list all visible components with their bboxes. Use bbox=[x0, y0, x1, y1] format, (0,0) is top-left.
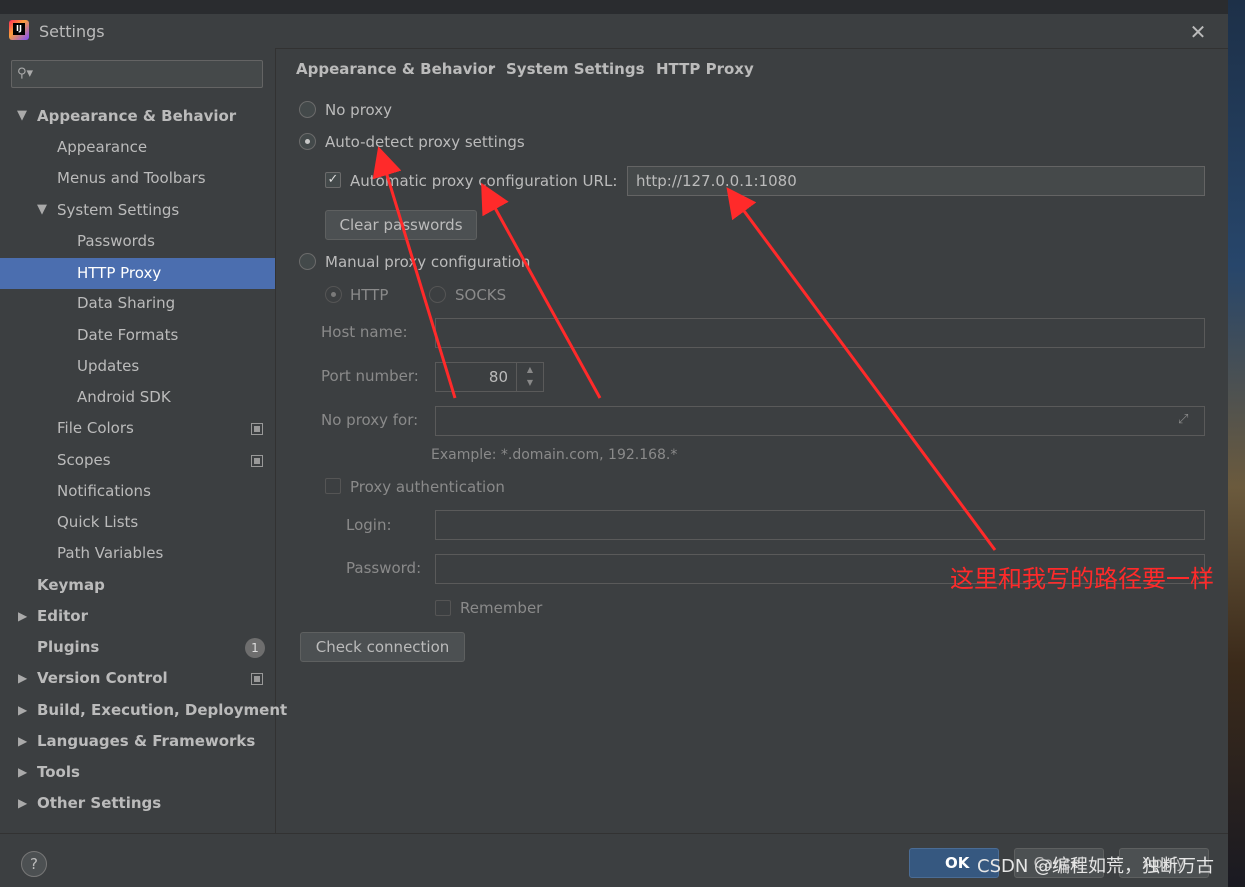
proxy-auth-label: Proxy authentication bbox=[350, 478, 505, 496]
manual-proxy-radio[interactable] bbox=[299, 253, 316, 270]
auto-detect-label: Auto-detect proxy settings bbox=[325, 133, 525, 151]
example-hint: Example: *.domain.com, 192.168.* bbox=[431, 447, 678, 463]
chevron-down-icon[interactable]: ▼ bbox=[37, 202, 47, 217]
sidebar-item-keymap[interactable]: Keymap bbox=[37, 570, 105, 601]
login-label: Login: bbox=[346, 516, 392, 534]
sidebar-item-data-sharing[interactable]: Data Sharing bbox=[77, 288, 175, 319]
sidebar-item-languages[interactable]: Languages & Frameworks bbox=[37, 726, 255, 757]
password-label: Password: bbox=[346, 559, 422, 577]
background-desktop bbox=[1228, 0, 1245, 886]
search-input[interactable] bbox=[11, 60, 263, 88]
chevron-down-icon[interactable]: ▼ bbox=[17, 108, 27, 123]
port-number-field[interactable]: 80 bbox=[435, 362, 517, 392]
auto-config-url-field[interactable]: http://127.0.0.1:1080 bbox=[627, 166, 1205, 196]
sidebar-item-tools[interactable]: Tools bbox=[37, 757, 80, 788]
sidebar-item-label: HTTP Proxy bbox=[77, 264, 162, 282]
sidebar-item-android-sdk[interactable]: Android SDK bbox=[77, 382, 171, 413]
annotation-note: 这里和我写的路径要一样 bbox=[950, 565, 1214, 593]
sidebar-item-date-formats[interactable]: Date Formats bbox=[77, 320, 178, 351]
background-top bbox=[0, 0, 1245, 14]
close-icon[interactable]: ✕ bbox=[1186, 20, 1210, 44]
no-proxy-for-label: No proxy for: bbox=[321, 411, 419, 429]
search-icon: ⚲▾ bbox=[17, 66, 34, 81]
no-proxy-label: No proxy bbox=[325, 101, 392, 119]
sidebar-item-appearance[interactable]: Appearance bbox=[57, 132, 147, 163]
plugins-update-badge: 1 bbox=[245, 638, 265, 658]
auto-detect-radio[interactable] bbox=[299, 133, 316, 150]
chevron-right-icon[interactable]: ▶ bbox=[18, 796, 27, 810]
port-spinner-arrows-icon[interactable]: ▲ ▼ bbox=[516, 362, 544, 392]
breadcrumb-separator: › bbox=[489, 60, 495, 76]
sidebar-item-scopes[interactable]: Scopes bbox=[57, 445, 111, 476]
clear-passwords-button[interactable]: Clear passwords bbox=[325, 210, 477, 240]
sidebar-item-menus-toolbars[interactable]: Menus and Toolbars bbox=[57, 163, 206, 194]
host-name-label: Host name: bbox=[321, 323, 408, 341]
no-proxy-radio[interactable] bbox=[299, 101, 316, 118]
chevron-right-icon[interactable]: ▶ bbox=[18, 765, 27, 779]
check-connection-button[interactable]: Check connection bbox=[300, 632, 465, 662]
sidebar-item-http-proxy[interactable]: HTTP Proxy bbox=[0, 258, 275, 289]
sidebar-item-passwords[interactable]: Passwords bbox=[77, 226, 155, 257]
remember-checkbox[interactable] bbox=[435, 600, 451, 616]
chevron-right-icon[interactable]: ▶ bbox=[18, 734, 27, 748]
breadcrumb-item: Appearance & Behavior bbox=[296, 60, 496, 78]
http-radio[interactable] bbox=[325, 286, 342, 303]
chevron-right-icon[interactable]: ▶ bbox=[18, 609, 27, 623]
ok-button-label: OK bbox=[945, 854, 970, 872]
sidebar-item-quick-lists[interactable]: Quick Lists bbox=[57, 507, 138, 538]
socks-label: SOCKS bbox=[455, 286, 507, 304]
chevron-right-icon[interactable]: ▶ bbox=[18, 703, 27, 717]
title-bar bbox=[0, 14, 1228, 49]
breadcrumb-separator: › bbox=[639, 60, 645, 76]
csdn-watermark: CSDN @编程如荒，独断万古 bbox=[977, 856, 1215, 877]
auto-config-url-label: Automatic proxy configuration URL: bbox=[350, 172, 618, 190]
no-proxy-for-field[interactable] bbox=[435, 406, 1205, 436]
sidebar-item-file-colors[interactable]: File Colors bbox=[57, 413, 134, 444]
project-scope-icon bbox=[251, 673, 263, 685]
proxy-auth-checkbox[interactable] bbox=[325, 478, 341, 494]
socks-radio[interactable] bbox=[429, 286, 446, 303]
sidebar-item-build[interactable]: Build, Execution, Deployment bbox=[37, 695, 287, 726]
window-title: Settings bbox=[39, 22, 105, 41]
remember-label: Remember bbox=[460, 599, 543, 617]
help-button[interactable]: ? bbox=[21, 851, 47, 877]
host-name-field[interactable] bbox=[435, 318, 1205, 348]
page-title: HTTP Proxy bbox=[656, 60, 754, 78]
manual-proxy-label: Manual proxy configuration bbox=[325, 253, 531, 271]
port-number-label: Port number: bbox=[321, 367, 419, 385]
login-field[interactable] bbox=[435, 510, 1205, 540]
auto-config-url-checkbox[interactable]: ✓ bbox=[325, 172, 341, 188]
sidebar-item-path-variables[interactable]: Path Variables bbox=[57, 538, 163, 569]
breadcrumb-item: System Settings bbox=[506, 60, 645, 78]
intellij-app-icon bbox=[9, 20, 29, 40]
sidebar-item-plugins[interactable]: Plugins bbox=[37, 632, 99, 663]
sidebar-item-editor[interactable]: Editor bbox=[37, 601, 88, 632]
expand-icon[interactable]: ⤢ bbox=[1178, 412, 1188, 427]
sidebar-item-other-settings[interactable]: Other Settings bbox=[37, 788, 161, 819]
project-scope-icon bbox=[251, 455, 263, 467]
sidebar-item-notifications[interactable]: Notifications bbox=[57, 476, 151, 507]
sidebar-item-system-settings[interactable]: System Settings bbox=[57, 195, 179, 226]
sidebar-item-updates[interactable]: Updates bbox=[77, 351, 139, 382]
project-scope-icon bbox=[251, 423, 263, 435]
chevron-right-icon[interactable]: ▶ bbox=[18, 671, 27, 685]
http-label: HTTP bbox=[350, 286, 389, 304]
sidebar-item-appearance-behavior[interactable]: Appearance & Behavior bbox=[37, 101, 236, 132]
sidebar-item-version-control[interactable]: Version Control bbox=[37, 663, 168, 694]
